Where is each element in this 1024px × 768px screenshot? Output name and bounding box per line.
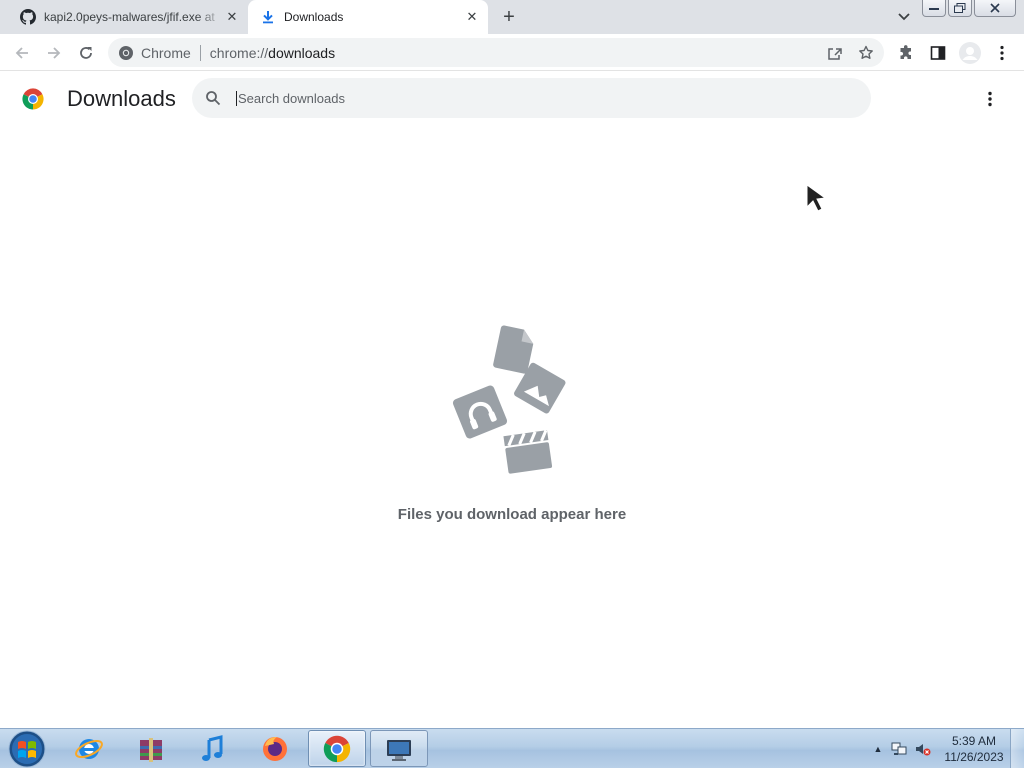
github-icon bbox=[20, 9, 36, 25]
back-arrow-icon[interactable] bbox=[10, 41, 34, 65]
download-icon bbox=[260, 9, 276, 25]
search-bar bbox=[192, 78, 871, 118]
url-scheme: chrome:// bbox=[209, 44, 269, 61]
firefox-icon bbox=[263, 736, 287, 761]
extensions-puzzle-icon[interactable] bbox=[894, 41, 918, 65]
taskbar-itunes[interactable] bbox=[184, 730, 242, 767]
tab-search-chevron-icon[interactable] bbox=[894, 8, 914, 26]
internet-explorer-icon bbox=[75, 738, 103, 759]
browser-toolbar: Chrome chrome://downloads bbox=[0, 34, 1024, 71]
chrome-logo-icon bbox=[22, 88, 44, 110]
address-bar[interactable]: Chrome chrome://downloads bbox=[108, 38, 884, 67]
reload-icon[interactable] bbox=[74, 41, 98, 65]
search-icon bbox=[204, 89, 222, 107]
system-clock[interactable]: 5:39 AM 11/26/2023 bbox=[938, 733, 1010, 765]
taskbar-firefox[interactable] bbox=[246, 730, 304, 767]
site-chip-label: Chrome bbox=[141, 44, 191, 61]
new-tab-button[interactable]: + bbox=[498, 6, 520, 28]
chrome-icon bbox=[323, 735, 351, 762]
taskbar-internet-explorer[interactable] bbox=[60, 730, 118, 767]
windows-logo-icon bbox=[8, 730, 46, 768]
tab-github[interactable]: kapi2.0peys-malwares/jfif.exe at ✕ bbox=[8, 0, 248, 34]
url-host: downloads bbox=[268, 44, 336, 61]
mouse-cursor-icon bbox=[806, 184, 827, 212]
network-icon[interactable] bbox=[890, 740, 908, 758]
clock-date: 11/26/2023 bbox=[944, 750, 1004, 764]
chrome-menu-kebab-icon[interactable] bbox=[990, 41, 1014, 65]
show-hidden-icons-arrow-icon[interactable]: ▲ bbox=[872, 744, 884, 754]
tab-title: Downloads bbox=[284, 10, 344, 24]
chrome-page-icon bbox=[119, 45, 133, 60]
window-controls bbox=[922, 0, 1016, 17]
search-downloads-input[interactable] bbox=[236, 90, 836, 106]
bookmark-star-icon[interactable] bbox=[856, 43, 876, 63]
forward-arrow-icon[interactable] bbox=[42, 41, 66, 65]
taskbar-remote-desktop[interactable] bbox=[370, 730, 428, 767]
windows-taskbar: ▲ 5:39 AM 11/26/2023 bbox=[0, 728, 1024, 768]
close-tab-icon[interactable]: ✕ bbox=[464, 9, 480, 25]
start-button[interactable] bbox=[6, 730, 48, 768]
side-panel-icon[interactable] bbox=[926, 41, 950, 65]
restore-button[interactable] bbox=[948, 0, 972, 17]
close-window-button[interactable] bbox=[974, 0, 1016, 17]
more-actions-kebab-icon[interactable] bbox=[979, 88, 1001, 110]
taskbar-winrar[interactable] bbox=[122, 730, 180, 767]
empty-downloads-illustration bbox=[452, 325, 566, 474]
clock-time: 5:39 AM bbox=[951, 734, 997, 748]
tab-strip: kapi2.0peys-malwares/jfif.exe at ✕ Downl… bbox=[0, 0, 1024, 34]
audio-icon bbox=[452, 385, 508, 439]
site-info-chip[interactable]: Chrome bbox=[108, 45, 191, 61]
taskbar-chrome[interactable] bbox=[308, 730, 366, 767]
empty-state-message: Files you download appear here bbox=[397, 506, 627, 523]
omnibox-separator bbox=[199, 44, 201, 61]
tab-title: kapi2.0peys-malwares/jfif.exe at bbox=[44, 10, 215, 24]
url-text: chrome://downloads bbox=[210, 45, 335, 61]
itunes-music-note-icon bbox=[202, 734, 223, 761]
close-tab-icon[interactable]: ✕ bbox=[224, 9, 240, 25]
volume-muted-icon[interactable] bbox=[914, 740, 932, 758]
minimize-button[interactable] bbox=[922, 0, 946, 17]
tab-downloads[interactable]: Downloads ✕ bbox=[248, 0, 488, 34]
page-title: Downloads bbox=[67, 86, 176, 111]
system-tray: ▲ 5:39 AM 11/26/2023 bbox=[872, 729, 1024, 768]
downloads-header: Downloads bbox=[0, 72, 1024, 128]
show-desktop-button[interactable] bbox=[1010, 729, 1024, 768]
share-icon[interactable] bbox=[826, 44, 844, 62]
profile-avatar-icon[interactable] bbox=[958, 41, 982, 65]
winrar-icon bbox=[140, 737, 162, 762]
video-icon bbox=[503, 429, 553, 474]
remote-desktop-monitor-icon bbox=[387, 739, 411, 761]
